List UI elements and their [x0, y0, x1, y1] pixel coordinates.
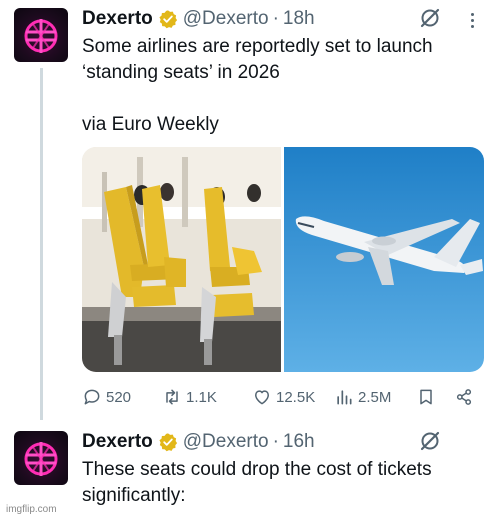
- airplane-photo[interactable]: [284, 147, 484, 372]
- more-dots-icon[interactable]: [462, 8, 482, 32]
- dexerto-logo-icon: [24, 19, 58, 53]
- bookmark-icon: [420, 389, 432, 405]
- views-count: 2.5M: [358, 388, 392, 406]
- heart-icon: [255, 390, 269, 405]
- reply-count: 520: [106, 388, 132, 406]
- repost-icon: [166, 389, 178, 405]
- verified-badge-icon: [158, 9, 178, 29]
- tweet-header: Dexerto @Dexerto · 16h: [82, 429, 315, 455]
- author-handle[interactable]: @Dexerto: [183, 8, 269, 30]
- reply-icon: [84, 389, 100, 405]
- author-name[interactable]: Dexerto: [82, 431, 153, 453]
- author-handle[interactable]: @Dexerto: [183, 431, 269, 453]
- dexerto-logo-icon: [24, 442, 58, 476]
- reply-button[interactable]: 520: [82, 384, 131, 410]
- watermark: imgflip.com: [6, 504, 57, 515]
- grok-icon[interactable]: [417, 428, 443, 454]
- grok-icon[interactable]: [417, 5, 443, 31]
- avatar[interactable]: [14, 8, 68, 62]
- author-name[interactable]: Dexerto: [82, 8, 153, 30]
- share-icon: [456, 389, 472, 405]
- repost-count: 1.1K: [186, 388, 217, 406]
- share-button[interactable]: [454, 384, 478, 410]
- media-grid: [82, 147, 484, 372]
- avatar[interactable]: [14, 431, 68, 485]
- tweet-text-line: Some airlines are reportedly set to laun…: [82, 36, 433, 57]
- standing-seats-photo[interactable]: [82, 147, 281, 372]
- tweet-actions: 520 1.1K 12.5K 2.5M: [82, 384, 484, 410]
- timestamp[interactable]: 16h: [283, 431, 315, 453]
- views-button[interactable]: 2.5M: [334, 384, 391, 410]
- tweet-text-line: significantly:: [82, 485, 186, 506]
- separator: ·: [272, 8, 279, 29]
- tweet-text-line: These seats could drop the cost of ticke…: [82, 459, 432, 480]
- views-icon: [337, 390, 352, 405]
- like-count: 12.5K: [276, 388, 316, 406]
- bookmark-button[interactable]: [416, 384, 440, 410]
- timestamp[interactable]: 18h: [283, 8, 315, 30]
- tweet-text-line: ‘standing seats’ in 2026: [82, 62, 280, 83]
- repost-button[interactable]: 1.1K: [162, 384, 217, 410]
- thread-line: [40, 68, 43, 420]
- like-button[interactable]: 12.5K: [252, 384, 315, 410]
- verified-badge-icon: [158, 432, 178, 452]
- separator: ·: [272, 431, 279, 452]
- tweet-text-line: via Euro Weekly: [82, 114, 219, 135]
- tweet-header: Dexerto @Dexerto · 18h: [82, 6, 315, 32]
